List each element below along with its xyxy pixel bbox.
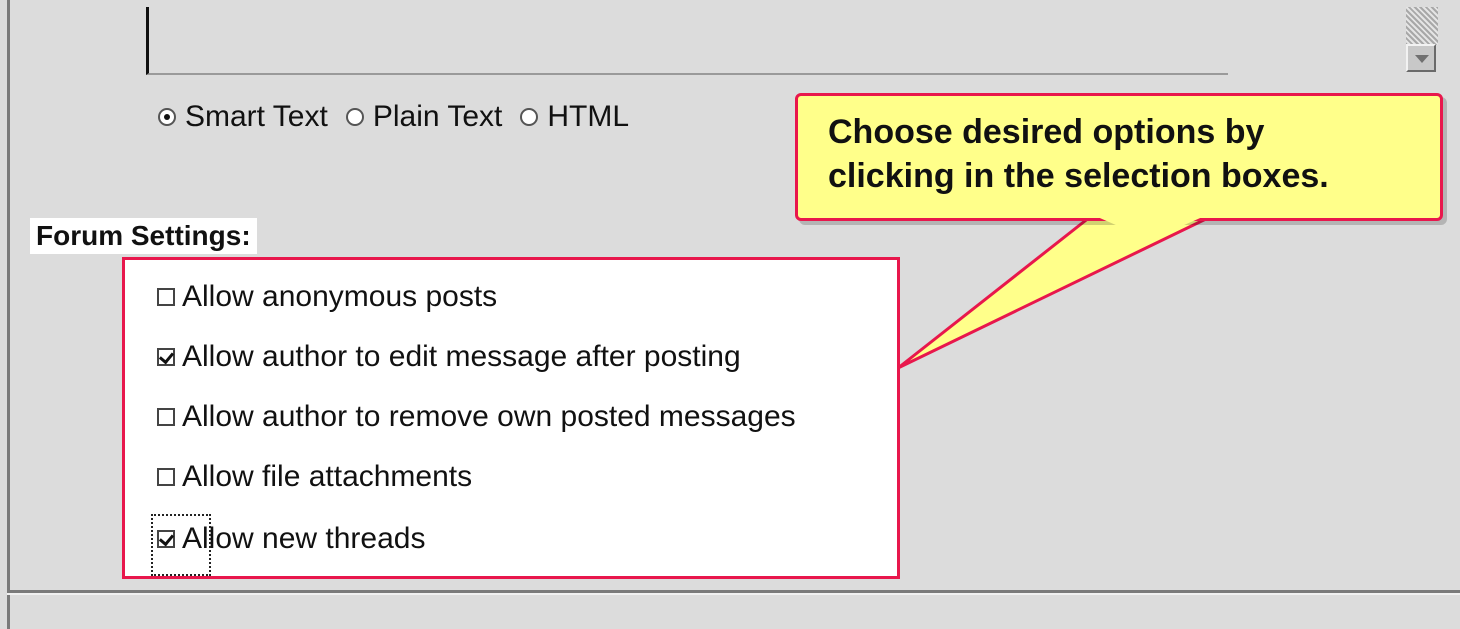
radio-button-icon[interactable] [158, 108, 176, 126]
checkbox-icon[interactable] [157, 408, 175, 426]
radio-plain-text[interactable]: Plain Text [345, 100, 503, 134]
radio-button-icon[interactable] [345, 108, 364, 126]
callout-text-line-2: clicking in the selection boxes. [828, 157, 1329, 195]
page-frame: Smart Text Plain Text HTML Choose desire… [0, 0, 1460, 629]
option-allow-file-attachments[interactable]: Allow file attachments [157, 460, 472, 494]
checkbox-label: Allow anonymous posts [182, 280, 498, 313]
option-allow-new-threads[interactable]: Allow new threads [151, 514, 426, 576]
radio-html[interactable]: HTML [520, 100, 629, 134]
radio-smart-text[interactable]: Smart Text [158, 100, 328, 134]
radio-label: Plain Text [372, 100, 503, 133]
checkbox-label: Allow author to edit message after posti… [182, 340, 741, 373]
checkbox-label: Allow new threads [182, 522, 426, 555]
option-allow-remove-own-messages[interactable]: Allow author to remove own posted messag… [157, 400, 796, 434]
checkbox-checked-icon[interactable] [157, 348, 175, 366]
checkbox-icon[interactable] [157, 288, 175, 306]
checkbox-label: Allow file attachments [182, 460, 473, 493]
message-textarea[interactable] [146, 7, 1228, 75]
option-allow-edit-after-posting[interactable]: Allow author to edit message after posti… [157, 340, 741, 374]
text-format-radio-group: Smart Text Plain Text HTML [158, 100, 647, 134]
section-divider-highlight [7, 593, 1460, 595]
checkbox-icon[interactable] [157, 468, 175, 486]
forum-settings-title: Forum Settings: [30, 218, 257, 254]
frame-left-border [7, 0, 10, 629]
textarea-scrollbar-track[interactable] [1406, 7, 1438, 45]
callout-text-line-1: Choose desired options by [828, 113, 1265, 151]
scroll-down-arrow-icon[interactable] [1406, 44, 1436, 72]
forum-settings-box: Allow anonymous posts Allow author to ed… [122, 257, 900, 579]
radio-button-icon[interactable] [520, 108, 539, 126]
instruction-callout: Choose desired options by clicking in th… [795, 93, 1443, 221]
checkbox-label: Allow author to remove own posted messag… [182, 400, 796, 433]
option-allow-anonymous-posts[interactable]: Allow anonymous posts [157, 280, 497, 314]
radio-label: HTML [547, 100, 630, 133]
radio-label: Smart Text [185, 100, 328, 133]
checkbox-checked-icon[interactable] [157, 530, 175, 548]
